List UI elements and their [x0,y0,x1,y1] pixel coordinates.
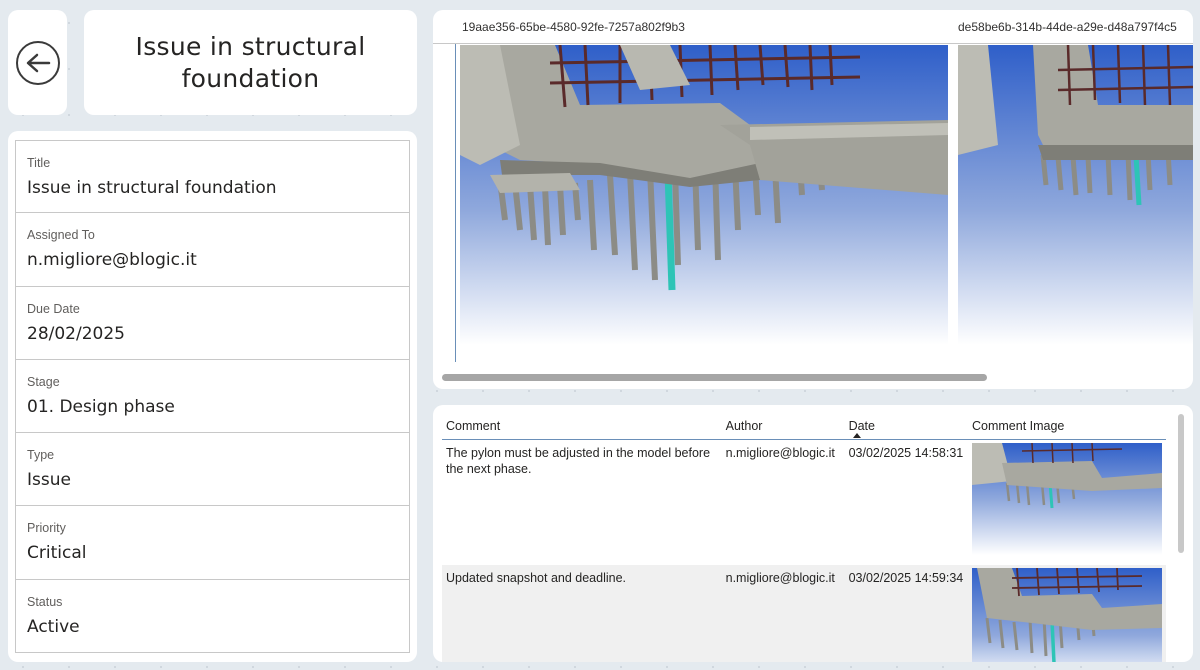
model-snapshot-image[interactable] [460,45,948,345]
field-value: Issue in structural foundation [27,178,277,198]
comment-image-cell [967,565,1166,662]
snapshot-id: 19aae356-65be-4580-92fe-7257a802f9b3 [462,20,685,34]
sort-ascending-icon [852,432,861,438]
field-value: Issue [27,470,71,491]
field-label: Priority [27,521,66,536]
author-cell: n.migliore@blogic.it [725,445,835,460]
field-label: Type [27,448,55,463]
comment-cell: The pylon must be adjusted in the model … [446,445,711,476]
table-row[interactable]: The pylon must be adjusted in the model … [442,439,1166,565]
page-title: Issue in structural foundation [135,31,366,93]
back-button[interactable] [8,10,67,115]
field-stage: Stage 01. Design phase [15,359,410,434]
field-label: Assigned To [27,228,95,243]
field-label: Title [27,156,51,170]
comments-table: Comment Author Date Comment Image The py… [442,411,1166,662]
arrow-left-circle-icon [15,40,60,85]
field-priority: Priority Critical [15,506,410,580]
table-header-row: Comment Author Date Comment Image [442,411,1166,440]
comment-cell: Updated snapshot and deadline. [442,565,722,662]
column-header-label: Date [848,419,875,434]
field-label: Status [27,594,63,609]
table-row[interactable]: Updated snapshot and deadline. n.miglior… [442,565,1166,662]
field-due-date: Due Date 28/02/2025 [15,286,410,360]
field-assigned-to: Assigned To n.migliore@blogic.it [15,213,410,287]
field-value: Active [27,616,80,637]
comment-image-cell [968,439,1166,565]
vertical-scrollbar[interactable] [1178,414,1184,553]
field-type: Type Issue [15,433,410,507]
column-divider [455,44,456,362]
column-header-comment[interactable]: Comment [442,411,722,440]
snapshot-id-header: 19aae356-65be-4580-92fe-7257a802f9b3 de5… [433,10,1193,44]
field-value: 28/02/2025 [27,323,125,344]
title-card: Issue in structural foundation [84,10,417,115]
model-snapshot-image[interactable] [958,45,1193,345]
date-cell: 03/02/2025 14:59:34 [844,565,968,662]
field-value: 01. Design phase [27,396,175,417]
issue-details-panel: Title Issue in structural foundation Ass… [8,131,417,662]
author-cell: n.migliore@blogic.it [721,565,845,662]
field-value: Critical [27,543,87,564]
date-cell: 03/02/2025 14:58:31 [848,445,964,460]
field-label: Stage [27,374,60,389]
snapshot-id: de58be6b-314b-44de-a29e-d48a797f4c5 [958,20,1177,34]
comment-snapshot-image[interactable] [971,568,1162,662]
field-value: n.migliore@blogic.it [27,250,197,271]
column-header-date[interactable]: Date [844,411,968,440]
field-status: Status Active [15,579,410,654]
comments-table-panel: Comment Author Date Comment Image The py… [433,405,1193,662]
horizontal-scrollbar[interactable] [442,374,987,381]
field-title: Title Issue in structural foundation [15,140,410,214]
column-header-comment-image[interactable]: Comment Image [967,411,1166,440]
field-label: Due Date [27,301,80,316]
snapshot-gallery: 19aae356-65be-4580-92fe-7257a802f9b3 de5… [433,10,1193,389]
comment-snapshot-image[interactable] [971,442,1162,555]
column-header-author[interactable]: Author [721,411,845,440]
